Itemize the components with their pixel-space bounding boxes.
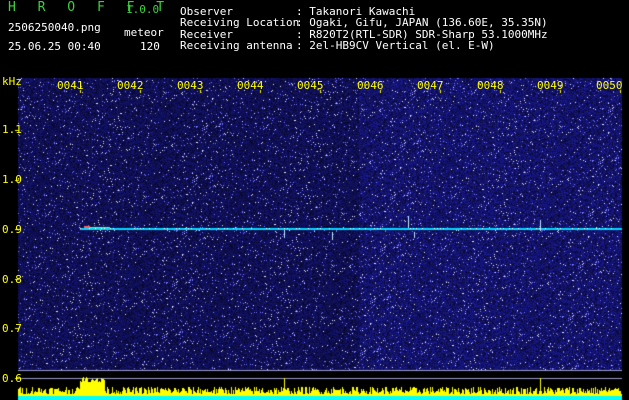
header-panel: H R O F F T 1.0.0 2506250040.png meteor …	[0, 0, 629, 76]
type-label: meteor	[124, 26, 164, 39]
x-tick-label: 0043	[177, 79, 204, 92]
x-tick-label: 0048	[477, 79, 504, 92]
y-axis-unit: kHz	[2, 75, 22, 88]
y-tick-label: 0.6	[2, 372, 22, 385]
y-tick-label: 0.9	[2, 223, 22, 236]
y-tick-label: 1.1	[2, 123, 22, 136]
y-tick-label: 0.8	[2, 273, 22, 286]
y-tick-label: 0.7	[2, 322, 22, 335]
detection-count: 120	[140, 40, 160, 53]
info-label-antenna: Receiving antenna	[180, 39, 293, 52]
x-tick-label: 0045	[297, 79, 324, 92]
file-name: 2506250040.png	[8, 21, 101, 34]
x-tick-label: 0050	[596, 79, 623, 92]
info-value-antenna: : 2el-HB9CV Vertical (el. E-W)	[296, 39, 495, 52]
file-datetime: 25.06.25 00:40	[8, 40, 101, 53]
x-tick-label: 0049	[537, 79, 564, 92]
x-tick-label: 0044	[237, 79, 264, 92]
x-tick-label: 0046	[357, 79, 384, 92]
x-tick-label: 0042	[117, 79, 144, 92]
x-tick-label: 0041	[57, 79, 84, 92]
x-tick-label: 0047	[417, 79, 444, 92]
y-tick-label: 1.0	[2, 173, 22, 186]
app-version: 1.0.0	[126, 3, 160, 16]
